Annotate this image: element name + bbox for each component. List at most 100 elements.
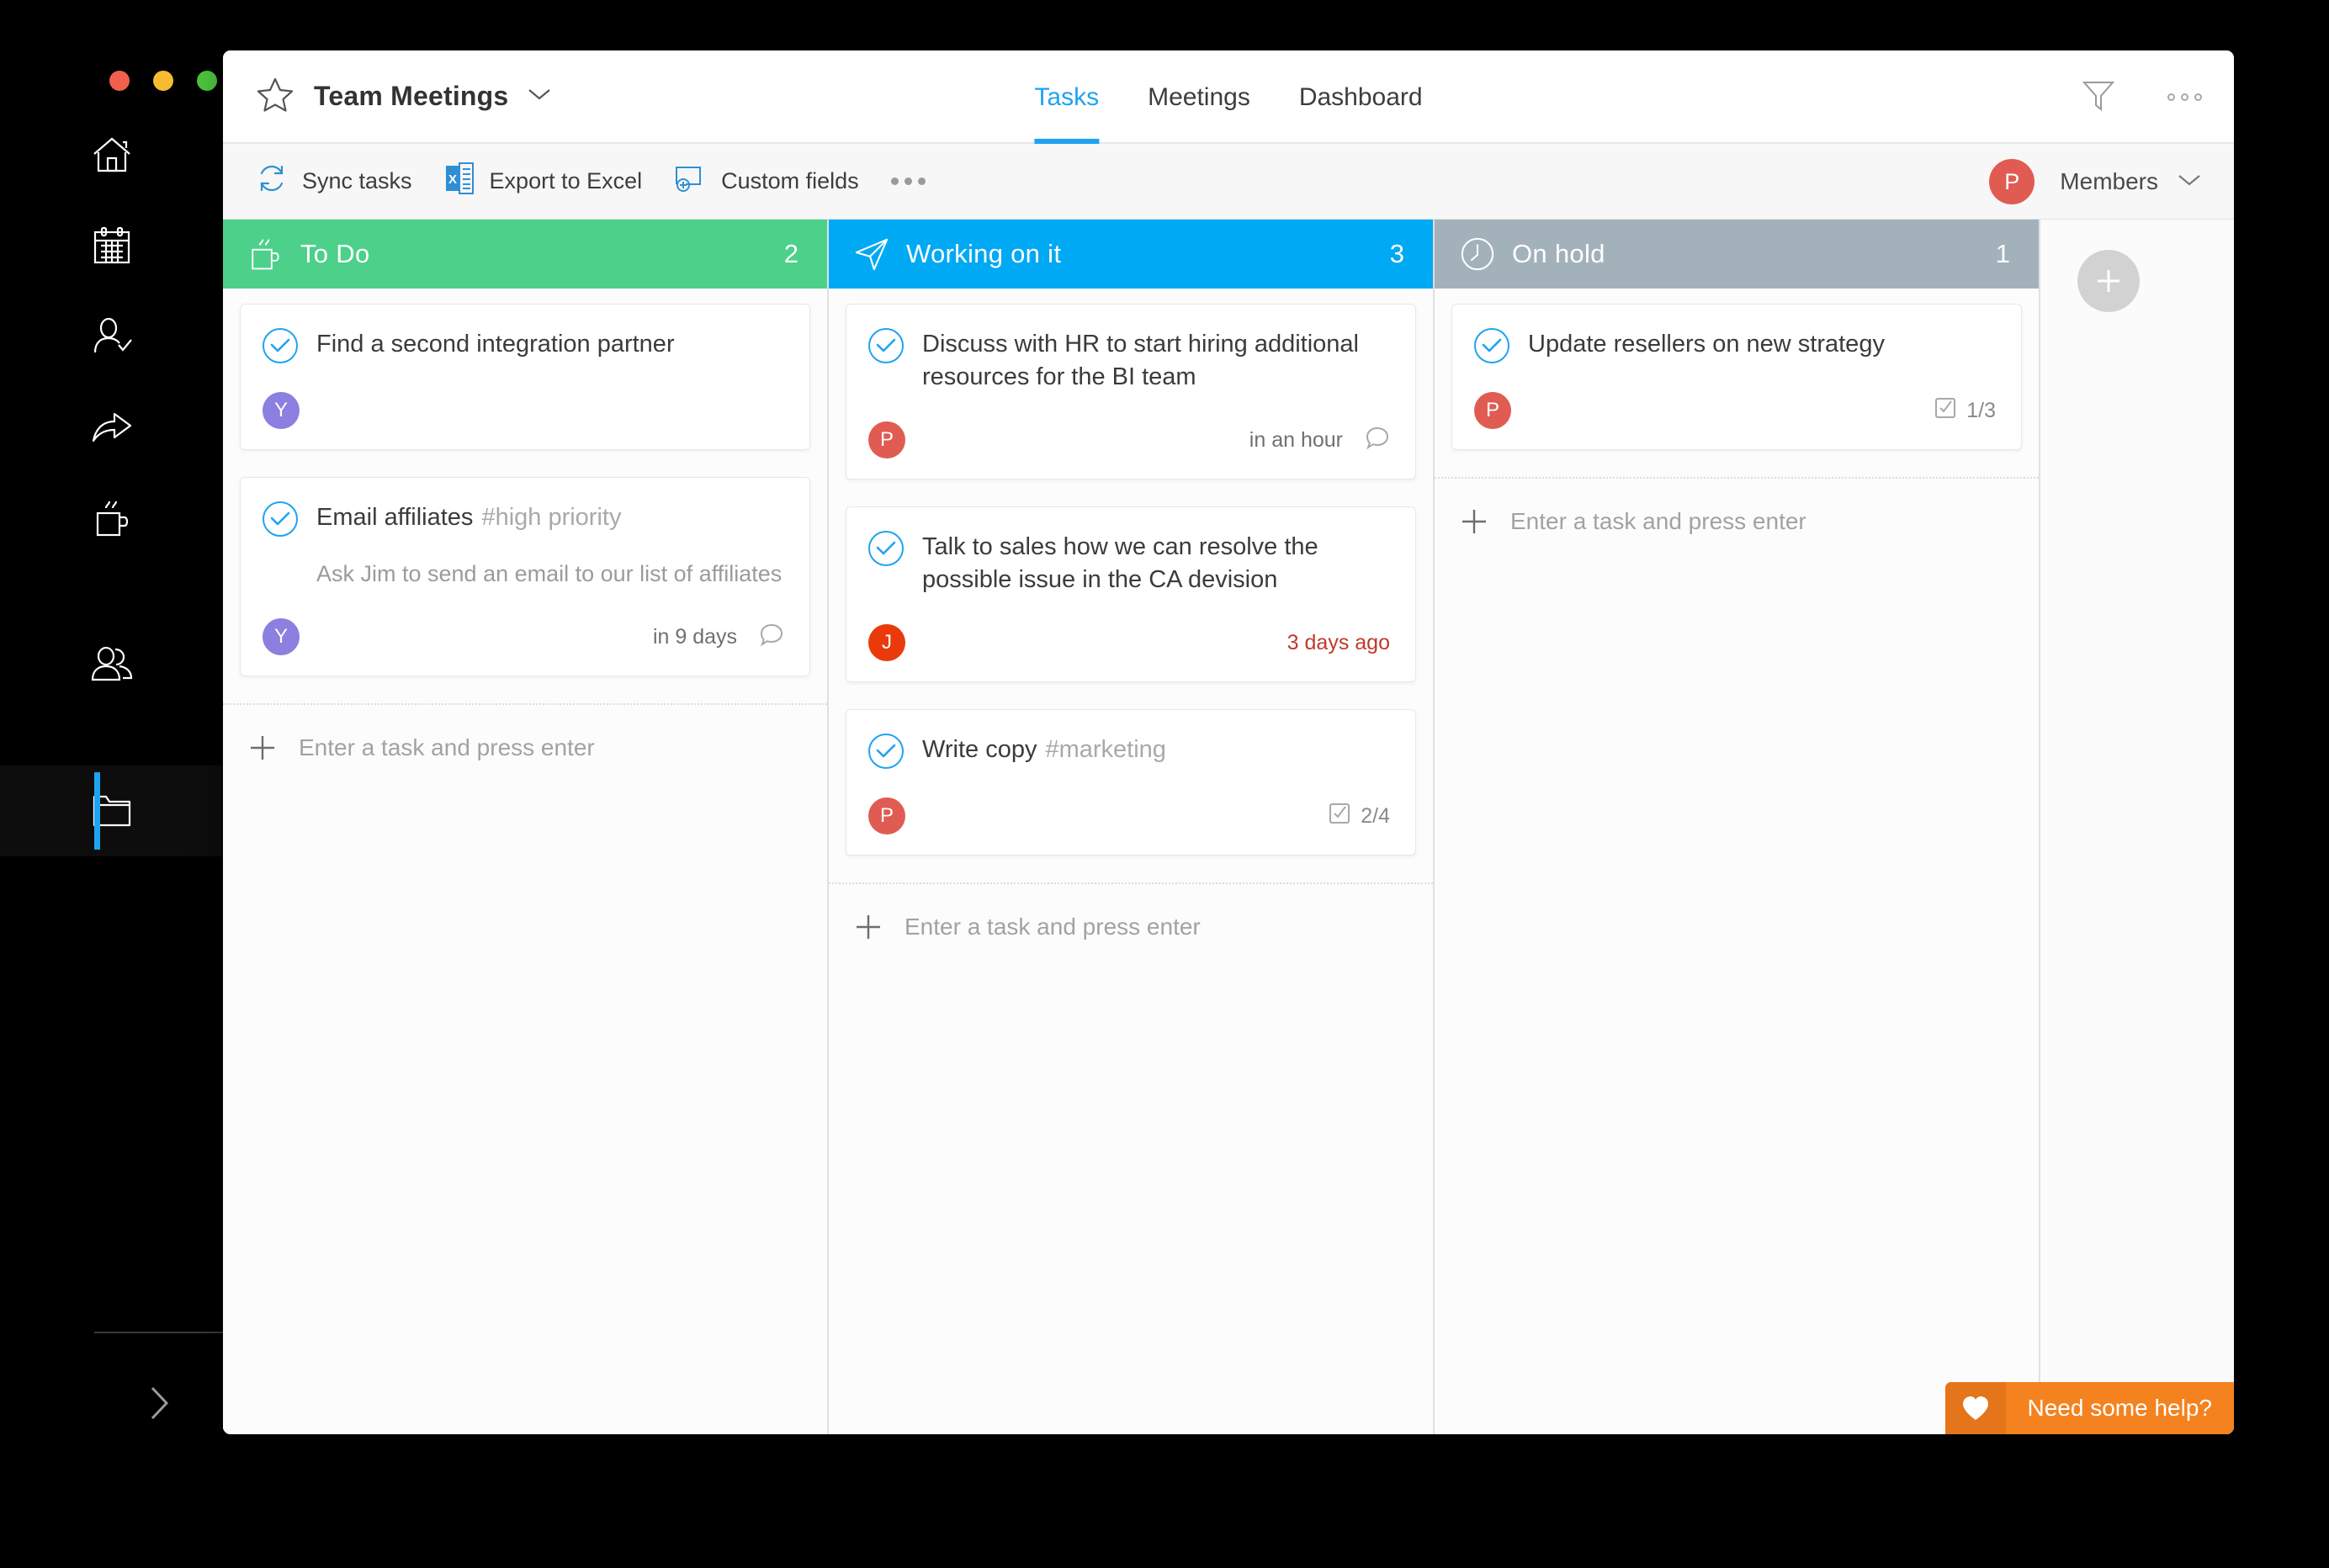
add-task-row[interactable]: Enter a task and press enter (1435, 477, 2039, 536)
task-card[interactable]: Find a second integration partnerY (240, 304, 810, 450)
paper-plane-icon (854, 236, 893, 272)
plus-icon (2093, 266, 2124, 296)
heart-icon (1945, 1382, 2006, 1434)
header-more-button[interactable] (2163, 77, 2205, 119)
sidebar-nav (0, 109, 223, 856)
task-card[interactable]: Discuss with HR to start hiring addition… (846, 304, 1416, 479)
sidebar-item-assigned-to-me[interactable] (0, 291, 223, 382)
toolbar-members: P Members (1989, 144, 2202, 220)
avatar[interactable]: Y (263, 392, 300, 429)
comment-icon[interactable] (759, 622, 784, 652)
column-header[interactable]: Working on it 3 (829, 220, 1433, 289)
calendar-icon (92, 225, 132, 266)
task-title: Update resellers on new strategy (1528, 326, 1885, 361)
column-title: To Do (300, 239, 369, 269)
app-window: Team Meetings Tasks Meetings Dashboard (223, 50, 2234, 1434)
plus-icon (854, 913, 883, 941)
comment-icon[interactable] (1365, 426, 1390, 455)
column-header[interactable]: To Do2 (223, 220, 827, 289)
main-tabs: Tasks Meetings Dashboard (1034, 50, 1422, 144)
sidebar-expand-button[interactable] (94, 1354, 223, 1455)
custom-fields-label: Custom fields (721, 168, 859, 194)
avatar[interactable]: P (1474, 392, 1511, 429)
sidebar-item-boards[interactable] (0, 765, 223, 856)
sidebar-item-shared[interactable] (0, 382, 223, 473)
chevron-down-icon[interactable] (2177, 172, 2202, 192)
task-card[interactable]: Email affiliates#high priorityAsk Jim to… (240, 477, 810, 676)
sync-tasks-label: Sync tasks (302, 168, 412, 194)
task-card[interactable]: Update resellers on new strategy P 1/3 (1451, 304, 2022, 450)
task-complete-checkbox[interactable] (1474, 328, 1509, 363)
minimize-button[interactable] (153, 71, 173, 91)
chevron-down-icon (527, 87, 552, 106)
add-task-row[interactable]: Enter a task and press enter (829, 882, 1433, 941)
export-to-excel-button[interactable]: X Export to Excel (444, 162, 643, 200)
person-check-icon (91, 317, 133, 356)
task-due-date: in 9 days (653, 625, 737, 649)
task-complete-checkbox[interactable] (263, 328, 298, 363)
folder-icon (91, 793, 133, 829)
sidebar-item-my-week[interactable] (0, 473, 223, 564)
close-button[interactable] (109, 71, 130, 91)
help-widget-button[interactable]: Need some help? (1945, 1382, 2234, 1434)
home-icon (92, 135, 132, 174)
task-title: Discuss with HR to start hiring addition… (922, 326, 1390, 393)
more-horizontal-icon (891, 177, 899, 185)
sidebar-item-home[interactable] (0, 109, 223, 200)
task-subtask-value: 1/3 (1966, 399, 1996, 423)
task-subtask-count: 1/3 (1934, 397, 1996, 425)
board-menu-button[interactable] (527, 87, 552, 106)
tab-dashboard[interactable]: Dashboard (1299, 50, 1423, 144)
filter-icon (2082, 77, 2115, 117)
filter-button[interactable] (2077, 77, 2119, 119)
task-due-date: in an hour (1249, 428, 1343, 453)
column-count: 1 (1996, 239, 2010, 269)
task-title: Talk to sales how we can resolve the pos… (922, 529, 1390, 596)
custom-fields-button[interactable]: Custom fields (674, 164, 859, 199)
app-header: Team Meetings Tasks Meetings Dashboard (223, 50, 2234, 144)
column-header[interactable]: On hold 1 (1435, 220, 2039, 289)
add-task-placeholder[interactable]: Enter a task and press enter (1510, 508, 1806, 535)
task-card[interactable]: Talk to sales how we can resolve the pos… (846, 506, 1416, 682)
task-tag: #high priority (481, 504, 621, 531)
window-traffic-lights (109, 71, 217, 91)
avatar[interactable]: P (1989, 159, 2035, 204)
task-card[interactable]: Write copy#marketingP2/4 (846, 709, 1416, 856)
tab-meetings[interactable]: Meetings (1148, 50, 1250, 144)
avatar[interactable]: P (868, 797, 905, 834)
board-right-area (2040, 220, 2234, 1434)
sidebar-item-teams[interactable] (0, 564, 223, 765)
star-icon (257, 77, 294, 116)
plus-icon (248, 734, 277, 762)
column-count: 3 (1390, 239, 1404, 269)
task-complete-checkbox[interactable] (868, 734, 904, 769)
task-subtask-value: 2/4 (1361, 804, 1390, 829)
avatar[interactable]: J (868, 624, 905, 661)
board-column: To Do2Find a second integration partnerY… (223, 220, 829, 1434)
maximize-button[interactable] (197, 71, 217, 91)
tab-tasks[interactable]: Tasks (1034, 50, 1099, 144)
sidebar-item-calendar[interactable] (0, 200, 223, 291)
toolbar-more-button[interactable] (891, 177, 926, 185)
coffee-mug-icon (248, 236, 287, 272)
sync-tasks-button[interactable]: Sync tasks (257, 163, 412, 199)
column-title: Working on it (906, 239, 1061, 269)
column-title: On hold (1512, 239, 1605, 269)
add-task-placeholder[interactable]: Enter a task and press enter (905, 914, 1201, 940)
favorite-board-button[interactable] (253, 75, 297, 119)
board-column: Working on it 3 Discuss with HR to start h… (829, 220, 1435, 1434)
task-complete-checkbox[interactable] (868, 531, 904, 566)
help-widget-label: Need some help? (2006, 1382, 2234, 1434)
add-task-placeholder[interactable]: Enter a task and press enter (299, 734, 595, 761)
avatar[interactable]: P (868, 421, 905, 458)
task-subtask-count: 2/4 (1329, 803, 1390, 830)
add-column-button[interactable] (2077, 250, 2140, 312)
avatar[interactable]: Y (263, 618, 300, 655)
export-to-excel-label: Export to Excel (490, 168, 643, 194)
more-horizontal-icon (2167, 93, 2202, 101)
task-complete-checkbox[interactable] (263, 501, 298, 537)
task-complete-checkbox[interactable] (868, 328, 904, 363)
left-sidebar (0, 0, 223, 1568)
column-body: Find a second integration partnerY Email … (223, 289, 827, 762)
add-task-row[interactable]: Enter a task and press enter (223, 703, 827, 762)
